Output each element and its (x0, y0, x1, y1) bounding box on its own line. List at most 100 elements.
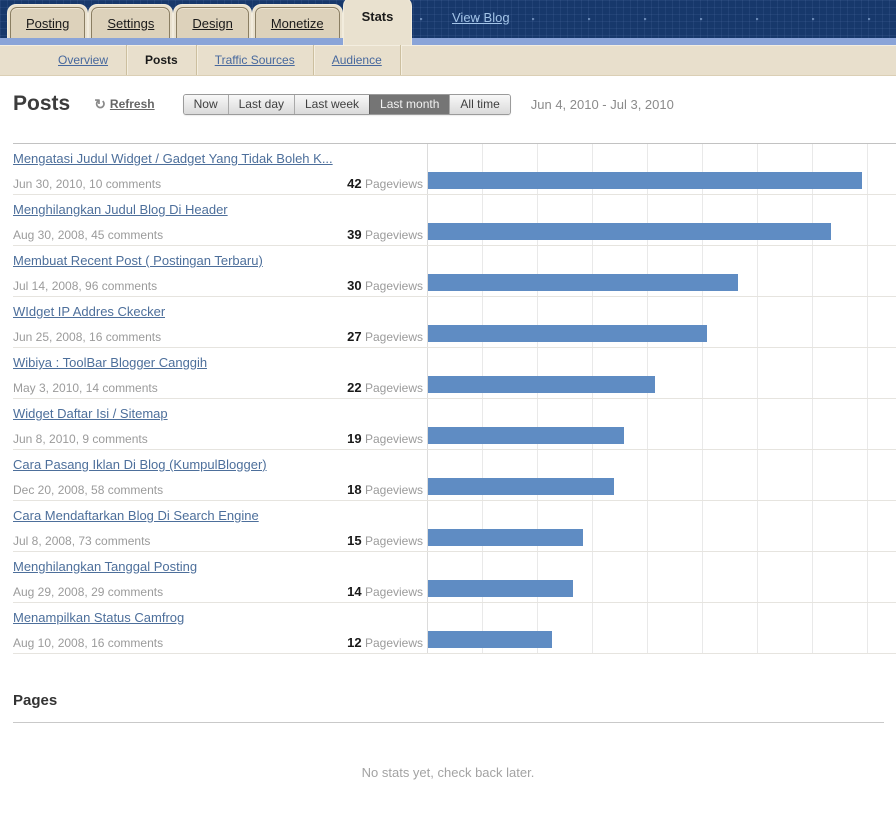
pageviews-bar (428, 376, 655, 393)
post-title-link[interactable]: Cara Pasang Iklan Di Blog (KumpulBlogger… (13, 457, 267, 472)
post-info: Menampilkan Status Camfrog Aug 10, 2008,… (13, 603, 427, 653)
tab-settings[interactable]: Settings (88, 4, 174, 38)
refresh-icon: ↻ (94, 96, 106, 112)
pages-section-title: Pages (13, 692, 58, 709)
pageviews-label: Pageviews (364, 177, 423, 191)
pageviews-label: Pageviews (364, 585, 423, 599)
pageviews-count: 18 (347, 482, 362, 497)
post-title-link[interactable]: Menghilangkan Tanggal Posting (13, 559, 197, 574)
post-date-comments: Dec 20, 2008, 58 comments (13, 483, 164, 497)
post-date-comments: May 3, 2010, 14 comments (13, 381, 158, 395)
tab-label: Monetize (270, 15, 324, 31)
post-stats-row: Menampilkan Status Camfrog Aug 10, 2008,… (13, 603, 896, 654)
post-meta: May 3, 2010, 14 comments 22 Pageviews (13, 380, 427, 395)
post-pageviews: 27 Pageviews (347, 329, 423, 344)
post-stats-row: Mengatasi Judul Widget / Gadget Yang Tid… (13, 144, 896, 195)
page-title: Posts (13, 92, 71, 115)
tab-design[interactable]: Design (173, 4, 253, 38)
tab-stats[interactable]: Stats (342, 0, 413, 45)
refresh-button[interactable]: ↻ Refresh (94, 97, 154, 111)
post-meta: Jul 8, 2008, 73 comments 15 Pageviews (13, 533, 427, 548)
post-meta: Jun 8, 2010, 9 comments 19 Pageviews (13, 431, 427, 446)
pageviews-chart-cell (427, 501, 896, 551)
post-title-link[interactable]: Menghilangkan Judul Blog Di Header (13, 202, 228, 217)
post-title-link[interactable]: Membuat Recent Post ( Postingan Terbaru) (13, 253, 263, 268)
pageviews-bar (428, 274, 738, 291)
post-pageviews: 12 Pageviews (347, 635, 423, 650)
pageviews-count: 14 (347, 584, 362, 599)
subnav-item-overview[interactable]: Overview (40, 45, 128, 75)
pageviews-label: Pageviews (364, 381, 423, 395)
tab-posting[interactable]: Posting (6, 4, 89, 38)
post-pageviews: 30 Pageviews (347, 278, 423, 293)
pageviews-bar (428, 172, 862, 189)
post-title-link[interactable]: Widget Daftar Isi / Sitemap (13, 406, 168, 421)
pageviews-count: 19 (347, 431, 362, 446)
subnav-item-audience[interactable]: Audience (314, 45, 401, 75)
time-filter-last-day[interactable]: Last day (227, 94, 294, 114)
posts-pageviews-table: Mengatasi Judul Widget / Gadget Yang Tid… (13, 143, 896, 654)
pageviews-label: Pageviews (364, 483, 423, 497)
pageviews-count: 39 (347, 227, 362, 242)
tab-label: Settings (107, 15, 155, 31)
pages-divider (13, 722, 884, 723)
pageviews-count: 22 (347, 380, 362, 395)
subnav-item-posts[interactable]: Posts (127, 45, 197, 75)
time-filter-last-week[interactable]: Last week (294, 94, 370, 114)
post-info: Menghilangkan Tanggal Posting Aug 29, 20… (13, 552, 427, 602)
pageviews-label: Pageviews (364, 636, 423, 650)
post-title-link[interactable]: Cara Mendaftarkan Blog Di Search Engine (13, 508, 259, 523)
post-date-comments: Aug 30, 2008, 45 comments (13, 228, 164, 242)
time-filter-group: Now Last day Last week Last month All time (182, 93, 511, 115)
subnav-item-label: Audience (331, 53, 382, 67)
pageviews-chart-cell (427, 450, 896, 500)
pageviews-bar (428, 529, 583, 546)
pageviews-bar (428, 478, 614, 495)
post-stats-row: Menghilangkan Tanggal Posting Aug 29, 20… (13, 552, 896, 603)
post-date-comments: Aug 29, 2008, 29 comments (13, 585, 164, 599)
pageviews-count: 27 (347, 329, 362, 344)
post-date-comments: Jul 14, 2008, 96 comments (13, 279, 158, 293)
post-info: Membuat Recent Post ( Postingan Terbaru)… (13, 246, 427, 296)
post-pageviews: 19 Pageviews (347, 431, 423, 446)
pageviews-chart-cell (427, 144, 896, 194)
subnav-item-label: Posts (145, 53, 178, 67)
pageviews-chart-cell (427, 399, 896, 449)
time-filter-all-time[interactable]: All time (449, 94, 510, 114)
tab-monetize[interactable]: Monetize (251, 4, 343, 38)
time-filter-last-month[interactable]: Last month (369, 94, 450, 114)
nav-stripe (0, 38, 896, 45)
view-blog-link[interactable]: View Blog (452, 10, 510, 25)
pageviews-chart-cell (427, 195, 896, 245)
pageviews-chart-cell (427, 297, 896, 347)
pageviews-bar (428, 325, 707, 342)
post-title-link[interactable]: Mengatasi Judul Widget / Gadget Yang Tid… (13, 151, 333, 166)
post-title-link[interactable]: WIdget IP Addres Ckecker (13, 304, 165, 319)
pageviews-chart-cell (427, 348, 896, 398)
post-date-comments: Jun 25, 2008, 16 comments (13, 330, 162, 344)
post-meta: Aug 30, 2008, 45 comments 39 Pageviews (13, 227, 427, 242)
time-filter-now[interactable]: Now (183, 94, 228, 114)
pages-empty-message: No stats yet, check back later. (361, 765, 535, 780)
post-title-link[interactable]: Menampilkan Status Camfrog (13, 610, 184, 625)
post-meta: Jun 25, 2008, 16 comments 27 Pageviews (13, 329, 427, 344)
date-range: Jun 4, 2010 - Jul 3, 2010 (530, 96, 674, 112)
pageviews-label: Pageviews (364, 534, 423, 548)
pageviews-label: Pageviews (364, 330, 423, 344)
post-date-comments: Jun 8, 2010, 9 comments (13, 432, 148, 446)
post-stats-row: Cara Pasang Iklan Di Blog (KumpulBlogger… (13, 450, 896, 501)
post-meta: Aug 10, 2008, 16 comments 12 Pageviews (13, 635, 427, 650)
post-pageviews: 42 Pageviews (347, 176, 423, 191)
post-meta: Jun 30, 2010, 10 comments 42 Pageviews (13, 176, 427, 191)
subnav-item-traffic-sources[interactable]: Traffic Sources (197, 45, 314, 75)
post-title-link[interactable]: Wibiya : ToolBar Blogger Canggih (13, 355, 207, 370)
pageviews-count: 42 (347, 176, 362, 191)
post-info: Widget Daftar Isi / Sitemap Jun 8, 2010,… (13, 399, 427, 449)
pageviews-bar (428, 580, 573, 597)
pageviews-label: Pageviews (364, 279, 423, 293)
stats-content: Posts ↻ Refresh Now Last day Last week Last… (0, 91, 896, 780)
post-info: Mengatasi Judul Widget / Gadget Yang Tid… (13, 144, 427, 194)
post-date-comments: Jul 8, 2008, 73 comments (13, 534, 151, 548)
tab-label: Design (192, 15, 233, 31)
tab-label: Stats (361, 9, 394, 24)
